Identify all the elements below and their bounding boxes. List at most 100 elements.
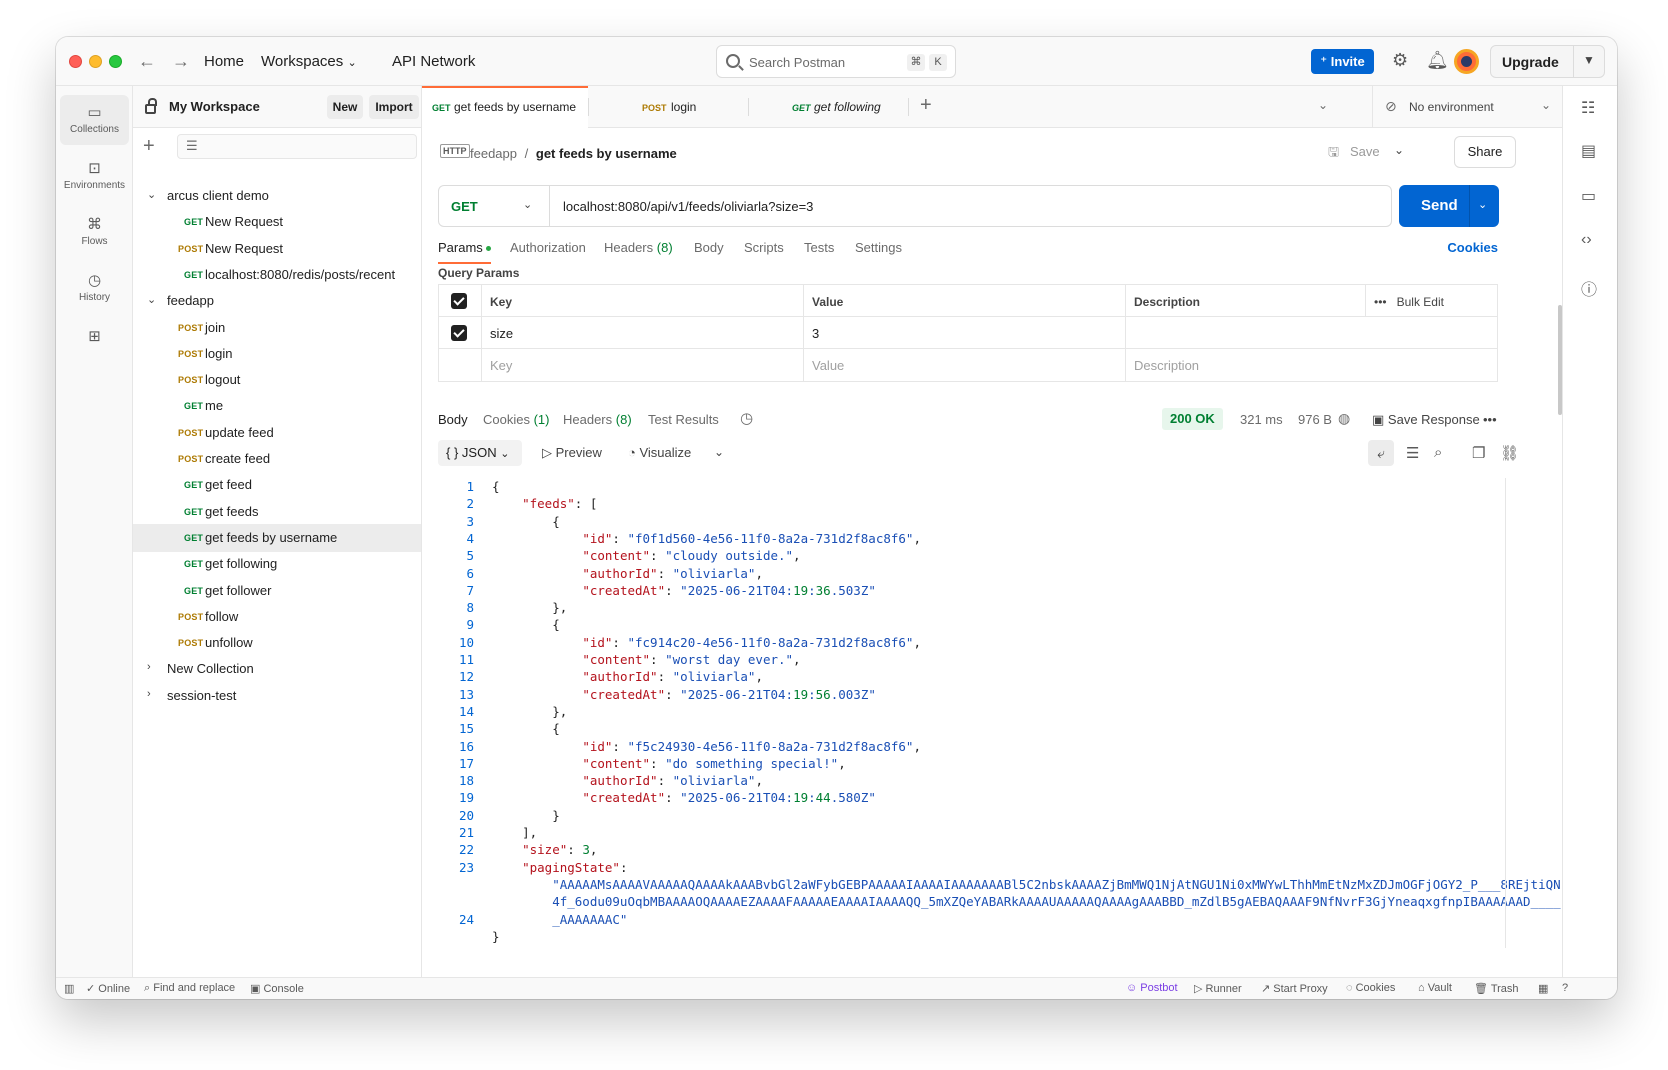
start-proxy-button[interactable]: ↗ Start Proxy	[1261, 982, 1328, 995]
request-item[interactable]: GET get feeds	[133, 498, 421, 526]
response-size[interactable]: 976 B	[1298, 412, 1332, 427]
request-tab[interactable]: POST login	[588, 86, 748, 128]
request-tab[interactable]: GET get feeds by username	[422, 86, 588, 128]
upgrade-button[interactable]: Upgrade ▼	[1490, 45, 1605, 78]
comments-icon[interactable]: ▭	[1581, 186, 1596, 206]
request-item[interactable]: GET New Request	[133, 208, 421, 236]
minimize-window-button[interactable]	[89, 55, 102, 68]
globe-icon[interactable]: ◍	[1338, 410, 1350, 427]
chevron-down-icon[interactable]: ⌄	[1478, 198, 1487, 211]
param-description-input[interactable]	[1126, 317, 1499, 349]
request-item[interactable]: POST update feed	[133, 419, 421, 447]
help-icon[interactable]: ?	[1562, 982, 1568, 994]
code-icon[interactable]: ‹›	[1581, 231, 1592, 249]
tab-tests[interactable]: Tests	[804, 240, 834, 255]
maximize-window-button[interactable]	[109, 55, 122, 68]
response-tab-cookies[interactable]: Cookies (1)	[483, 412, 549, 427]
request-item[interactable]: POST join	[133, 314, 421, 342]
history-icon[interactable]: ◷	[740, 409, 753, 427]
layout-icon[interactable]: ▦	[1538, 982, 1548, 995]
vault-button[interactable]: ⌂ Vault	[1418, 982, 1452, 994]
new-key-input[interactable]: Key	[482, 349, 804, 381]
code-scrollbar[interactable]	[1505, 478, 1506, 948]
request-item[interactable]: GET get feed	[133, 471, 421, 499]
tab-headers[interactable]: Headers (8)	[604, 240, 673, 255]
request-item[interactable]: POST unfollow	[133, 629, 421, 657]
environment-quicklook-icon[interactable]: ☷	[1581, 98, 1595, 118]
bell-icon[interactable]: 🔔︎	[1426, 50, 1449, 71]
save-response-button[interactable]: ▣ Save Response	[1372, 412, 1480, 428]
rail-item-apps[interactable]: ⊞	[60, 319, 129, 359]
plus-icon[interactable]: +	[143, 135, 155, 158]
breadcrumb-collection[interactable]: feedapp	[470, 146, 517, 161]
send-button[interactable]: Send ⌄	[1399, 185, 1499, 227]
rail-item-flows[interactable]: ⌘ Flows	[60, 207, 129, 257]
invite-button[interactable]: ⁺ Invite	[1311, 49, 1374, 74]
status-badge[interactable]: 200 OK	[1162, 408, 1223, 430]
request-tab[interactable]: GET get following	[748, 86, 908, 128]
request-item[interactable]: GET get following	[133, 550, 421, 578]
collection-item[interactable]: ⌄ feedapp	[133, 287, 421, 315]
save-button[interactable]: Save	[1350, 144, 1380, 159]
cookies-button[interactable]: ◌ Cookies	[1346, 982, 1395, 994]
share-button[interactable]: Share	[1454, 136, 1516, 168]
rail-item-environments[interactable]: ⊡ Environments	[60, 151, 129, 201]
info-icon[interactable]: ⓘ	[1581, 276, 1597, 300]
request-item[interactable]: GET get feeds by username	[133, 523, 421, 552]
workspaces-menu[interactable]: Workspaces ⌄	[261, 53, 357, 70]
format-select[interactable]: { } JSON ⌄	[438, 440, 522, 466]
chevron-down-icon[interactable]: ▼	[1583, 53, 1595, 67]
request-item[interactable]: POST logout	[133, 366, 421, 394]
collection-item[interactable]: › session-test	[133, 682, 421, 710]
response-tab-test-results[interactable]: Test Results	[648, 412, 719, 427]
online-status[interactable]: ✓ Online	[86, 982, 130, 995]
param-value-input[interactable]: 3	[804, 317, 1126, 349]
forward-arrow-icon[interactable]: →	[172, 51, 190, 72]
breadcrumb-request-name[interactable]: get feeds by username	[536, 146, 677, 161]
environment-selector[interactable]: ⊘ No environment ⌄	[1372, 86, 1562, 128]
collection-item[interactable]: › New Collection	[133, 655, 421, 683]
response-tab-headers[interactable]: Headers (8)	[563, 412, 632, 427]
back-arrow-icon[interactable]: ←	[138, 51, 156, 72]
find-replace-button[interactable]: ⌕ Find and replace	[144, 982, 235, 995]
copy-icon[interactable]: ❐	[1472, 444, 1485, 462]
param-key-input[interactable]: size	[482, 317, 804, 349]
filter-input[interactable]: ☰	[177, 134, 417, 159]
home-link[interactable]: Home	[204, 53, 244, 70]
visualize-button[interactable]: ◔ Visualize	[628, 445, 691, 460]
chevron-right-icon[interactable]: ›	[147, 661, 151, 673]
search-icon[interactable]: ⌕	[1434, 444, 1442, 461]
tab-settings[interactable]: Settings	[855, 240, 902, 255]
gear-icon[interactable]: ⚙	[1392, 50, 1408, 71]
close-window-button[interactable]	[69, 55, 82, 68]
new-value-input[interactable]: Value	[804, 349, 1126, 381]
new-button[interactable]: New	[327, 95, 363, 119]
runner-button[interactable]: ▷ Runner	[1194, 982, 1242, 995]
preview-button[interactable]: ▷ Preview	[542, 445, 602, 461]
tab-authorization[interactable]: Authorization	[510, 240, 586, 255]
new-description-input[interactable]: Description	[1126, 349, 1499, 381]
link-icon[interactable]: ⛓	[1500, 444, 1519, 462]
request-item[interactable]: POST New Request	[133, 235, 421, 263]
import-button[interactable]: Import	[369, 95, 419, 119]
chevron-down-icon[interactable]: ⌄	[147, 188, 156, 201]
trash-button[interactable]: 🗑︎ Trash	[1474, 982, 1519, 995]
response-tab-body[interactable]: Body	[438, 412, 468, 427]
method-select[interactable]: GET	[451, 199, 478, 214]
request-item[interactable]: POST login	[133, 340, 421, 368]
collection-item[interactable]: ⌄ arcus client demo	[133, 182, 421, 210]
save-chevron-down-icon[interactable]: ⌄	[1394, 143, 1404, 157]
bulk-edit-button[interactable]: ••• Bulk Edit	[1366, 285, 1499, 317]
tab-params[interactable]: Params	[438, 240, 491, 264]
rail-item-collections[interactable]: ▭ Collections	[60, 95, 129, 145]
cookies-link[interactable]: Cookies	[1447, 240, 1498, 255]
search-input[interactable]: Search Postman ⌘ K	[716, 45, 956, 78]
tabs-chevron-down-icon[interactable]: ⌄	[1318, 98, 1328, 112]
filter-icon[interactable]: ☰	[1406, 444, 1419, 462]
request-item[interactable]: GET get follower	[133, 577, 421, 605]
more-options-icon[interactable]: •••	[1483, 412, 1497, 427]
url-input[interactable]: localhost:8080/api/v1/feeds/oliviarla?si…	[563, 199, 813, 214]
rail-item-history[interactable]: ◷ History	[60, 263, 129, 313]
new-tab-plus-icon[interactable]: +	[920, 94, 932, 117]
chevron-right-icon[interactable]: ›	[147, 688, 151, 700]
